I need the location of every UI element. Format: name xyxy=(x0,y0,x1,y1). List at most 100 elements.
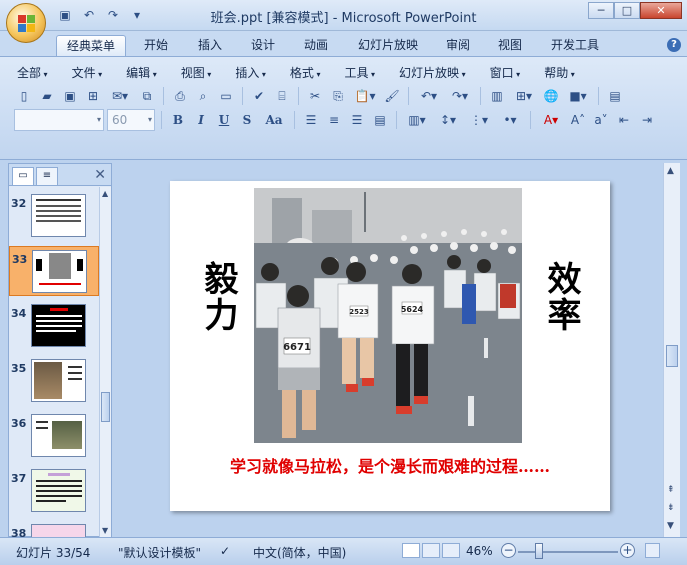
slides-tab-icon[interactable]: ▭ xyxy=(12,167,34,185)
thumbnail-item[interactable]: 32 xyxy=(9,191,99,241)
close-button[interactable]: ✕ xyxy=(640,2,682,19)
font-size-combo[interactable]: 60 ▾ xyxy=(107,109,155,131)
save-toolbar-icon[interactable]: ▣ xyxy=(60,86,80,106)
menu-tools[interactable]: 工具 xyxy=(335,65,384,81)
thumbnail-item[interactable]: 35 xyxy=(9,356,99,406)
scroll-down-icon[interactable]: ▼ xyxy=(667,521,674,531)
normal-view-icon[interactable] xyxy=(402,543,420,558)
design-template[interactable]: "默认设计模板" xyxy=(118,544,201,561)
spell-check-icon[interactable]: ✓ xyxy=(220,544,230,558)
chart-icon[interactable]: ▥ xyxy=(487,86,507,106)
thumbnail-item-selected[interactable]: 33 xyxy=(9,246,99,296)
slide-left-text[interactable]: 毅力 xyxy=(194,261,243,333)
shadow-button[interactable]: S xyxy=(237,110,257,130)
outline-tab-icon[interactable]: ≡ xyxy=(36,167,58,185)
next-slide-icon[interactable]: ⇟ xyxy=(667,503,675,513)
tab-view[interactable]: 视图 xyxy=(488,35,532,57)
shrink-font-icon[interactable]: a˅ xyxy=(591,110,611,130)
thumbnail-item[interactable]: 34 xyxy=(9,301,99,351)
paste-icon[interactable]: 📋▾ xyxy=(351,86,379,106)
open-icon[interactable]: ▰ xyxy=(37,86,57,106)
change-case-button[interactable]: Aa xyxy=(260,110,288,130)
menu-slideshow[interactable]: 幻灯片放映 xyxy=(390,65,475,81)
page-setup-icon[interactable]: ▭ xyxy=(216,86,236,106)
zoom-slider[interactable] xyxy=(518,551,618,553)
cut-icon[interactable]: ✂ xyxy=(305,86,325,106)
color-grayscale-icon[interactable]: ■▾ xyxy=(564,86,592,106)
scroll-up-icon[interactable]: ▲ xyxy=(102,189,108,198)
line-spacing-icon[interactable]: ↕▾ xyxy=(434,110,462,130)
columns-icon[interactable]: ▥▾ xyxy=(403,110,431,130)
menu-file[interactable]: 文件 xyxy=(63,65,112,81)
thumbnail-item[interactable]: 37 xyxy=(9,466,99,516)
tab-classic-menu[interactable]: 经典菜单 xyxy=(56,35,127,57)
redo-toolbar-icon[interactable]: ↷▾ xyxy=(446,86,474,106)
format-painter-icon[interactable]: 🖌 xyxy=(382,86,402,106)
menu-window[interactable]: 窗口 xyxy=(481,65,530,81)
zoom-slider-knob[interactable] xyxy=(535,543,543,559)
zoom-level[interactable]: 46% xyxy=(466,544,493,558)
marathon-photo[interactable]: 6671 5624 2523 xyxy=(254,188,522,443)
menu-format[interactable]: 格式 xyxy=(281,65,330,81)
grow-font-icon[interactable]: A˄ xyxy=(568,110,588,130)
spelling-icon[interactable]: ✔ xyxy=(249,86,269,106)
new-icon[interactable]: ▯ xyxy=(14,86,34,106)
publish-icon[interactable]: ⧉ xyxy=(137,86,157,106)
maximize-button[interactable]: □ xyxy=(614,2,640,19)
menu-edit[interactable]: 编辑 xyxy=(117,65,166,81)
table-icon[interactable]: ⊞▾ xyxy=(510,86,538,106)
bullets-icon[interactable]: •▾ xyxy=(496,110,524,130)
menu-view[interactable]: 视图 xyxy=(172,65,221,81)
scroll-thumb[interactable] xyxy=(101,392,110,422)
scroll-down-icon[interactable]: ▼ xyxy=(102,526,108,535)
underline-button[interactable]: U xyxy=(214,110,234,130)
research-icon[interactable]: ⌸ xyxy=(272,86,292,106)
thumbnail-item[interactable]: 36 xyxy=(9,411,99,461)
tab-slideshow[interactable]: 幻灯片放映 xyxy=(348,35,428,57)
fit-to-window-icon[interactable] xyxy=(645,543,660,558)
previous-slide-icon[interactable]: ⇞ xyxy=(667,485,675,495)
close-pane-icon[interactable]: ✕ xyxy=(94,167,106,183)
menu-all[interactable]: 全部 xyxy=(8,65,57,81)
thumbnail-scrollbar[interactable]: ▲ ▼ xyxy=(99,187,111,537)
justify-icon[interactable]: ▤ xyxy=(370,110,390,130)
minimize-button[interactable]: ─ xyxy=(588,2,614,19)
increase-indent-icon[interactable]: ⇥ xyxy=(637,110,657,130)
font-family-combo[interactable]: ▾ xyxy=(14,109,104,131)
undo-toolbar-icon[interactable]: ↶▾ xyxy=(415,86,443,106)
align-center-icon[interactable]: ≡ xyxy=(324,110,344,130)
help-icon[interactable]: ? xyxy=(667,38,681,52)
zoom-out-icon[interactable]: − xyxy=(501,543,516,558)
new-slide-icon[interactable]: ▤ xyxy=(605,86,625,106)
print-preview-icon[interactable]: ⌕ xyxy=(193,86,213,106)
tab-design[interactable]: 设计 xyxy=(241,35,285,57)
align-right-icon[interactable]: ☰ xyxy=(347,110,367,130)
language-indicator[interactable]: 中文(简体，中国) xyxy=(253,544,346,561)
italic-button[interactable]: I xyxy=(191,110,211,130)
scroll-up-icon[interactable]: ▲ xyxy=(667,166,674,176)
office-button[interactable] xyxy=(6,3,46,43)
align-left-icon[interactable]: ☰ xyxy=(301,110,321,130)
hyperlink-icon[interactable]: 🌐 xyxy=(541,86,561,106)
tab-developer[interactable]: 开发工具 xyxy=(541,35,609,57)
numbering-icon[interactable]: ⋮▾ xyxy=(465,110,493,130)
tab-animation[interactable]: 动画 xyxy=(294,35,338,57)
slide-right-text[interactable]: 效率 xyxy=(537,261,586,333)
tab-review[interactable]: 审阅 xyxy=(436,35,480,57)
bold-button[interactable]: B xyxy=(168,110,188,130)
thumbnail-item[interactable]: 38 xyxy=(9,521,99,537)
font-color-icon[interactable]: A▾ xyxy=(537,110,565,130)
current-slide[interactable]: 毅力 效率 6671 5624 2523 学习就像马拉松，是个漫长而艰难的过程…… xyxy=(170,181,610,511)
slide-scrollbar[interactable]: ▲ ⇞ ⇟ ▼ xyxy=(663,163,680,537)
tab-home[interactable]: 开始 xyxy=(134,35,178,57)
decrease-indent-icon[interactable]: ⇤ xyxy=(614,110,634,130)
permission-icon[interactable]: ⊞ xyxy=(83,86,103,106)
email-icon[interactable]: ✉▾ xyxy=(106,86,134,106)
slideshow-view-icon[interactable] xyxy=(442,543,460,558)
menu-insert[interactable]: 插入 xyxy=(226,65,275,81)
slide-sorter-icon[interactable] xyxy=(422,543,440,558)
scroll-thumb[interactable] xyxy=(666,345,678,367)
menu-help[interactable]: 帮助 xyxy=(535,65,584,81)
slide-caption[interactable]: 学习就像马拉松，是个漫长而艰难的过程…… xyxy=(170,453,610,477)
copy-icon[interactable]: ⎘ xyxy=(328,86,348,106)
